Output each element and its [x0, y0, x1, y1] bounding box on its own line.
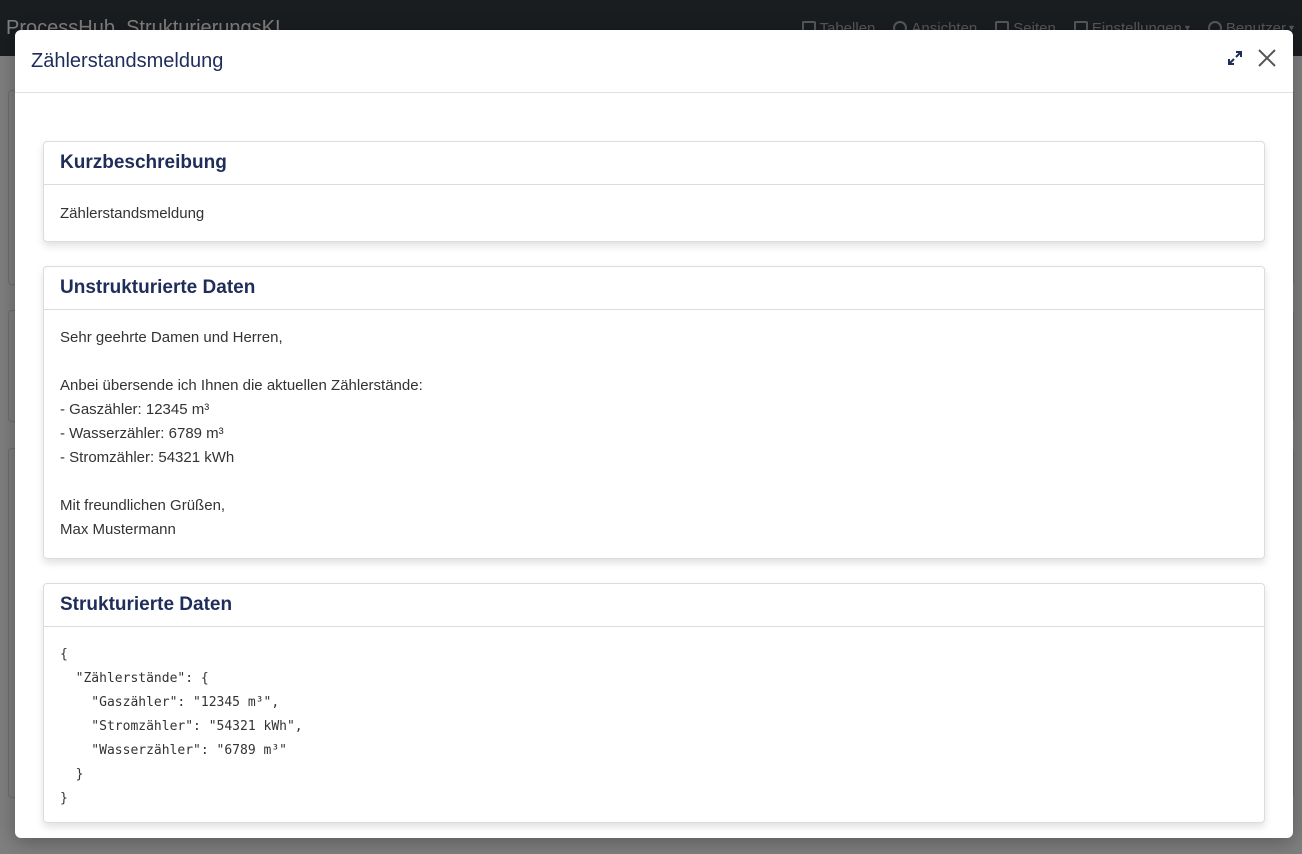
modal-body: Kurzbeschreibung Zählerstandsmeldung Uns… [15, 93, 1293, 823]
code-line: { [60, 647, 68, 662]
text-line [60, 350, 1248, 374]
kurzbeschreibung-text: Zählerstandsmeldung [60, 205, 205, 222]
card-kurzbeschreibung: Kurzbeschreibung Zählerstandsmeldung [43, 141, 1265, 242]
code-line: "Wasserzähler": "6789 m³" [60, 743, 287, 758]
card-title: Strukturierte Daten [60, 594, 233, 615]
card-body: Sehr geehrte Damen und Herren, Anbei übe… [44, 310, 1264, 558]
text-line: - Stromzähler: 54321 kWh [60, 449, 235, 466]
modal-actions [1225, 46, 1279, 70]
card-header: Kurzbeschreibung [44, 142, 1264, 185]
code-line: "Zählerstände": { [60, 671, 209, 686]
json-code-block: { "Zählerstände": { "Gaszähler": "12345 … [44, 627, 1264, 822]
code-line: "Stromzähler": "54321 kWh", [60, 719, 303, 734]
text-line: - Wasserzähler: 6789 m³ [60, 425, 224, 442]
card-body: Zählerstandsmeldung [44, 185, 1264, 241]
card-title: Kurzbeschreibung [60, 152, 227, 173]
detail-modal: Zählerstandsmeldung Kurzbeschreibung Zäh… [15, 30, 1293, 838]
text-line: Max Mustermann [60, 521, 176, 538]
modal-title: Zählerstandsmeldung [31, 49, 224, 72]
text-line: Sehr geehrte Damen und Herren, [60, 329, 283, 346]
code-line: } [60, 791, 68, 806]
expand-icon[interactable] [1225, 48, 1245, 68]
code-line: } [60, 767, 84, 782]
code-line: "Gaszähler": "12345 m³", [60, 695, 280, 710]
text-line: Anbei übersende ich Ihnen die aktuellen … [60, 377, 423, 394]
card-header: Strukturierte Daten [44, 584, 1264, 627]
card-title: Unstrukturierte Daten [60, 277, 256, 298]
close-icon[interactable] [1255, 46, 1279, 70]
modal-header: Zählerstandsmeldung [15, 30, 1293, 93]
card-unstrukturierte-daten: Unstrukturierte Daten Sehr geehrte Damen… [43, 266, 1265, 559]
text-line: - Gaszähler: 12345 m³ [60, 401, 210, 418]
text-line: Mit freundlichen Grüßen, [60, 497, 226, 514]
card-strukturierte-daten: Strukturierte Daten { "Zählerstände": { … [43, 583, 1265, 823]
text-line [60, 470, 1248, 494]
card-header: Unstrukturierte Daten [44, 267, 1264, 310]
